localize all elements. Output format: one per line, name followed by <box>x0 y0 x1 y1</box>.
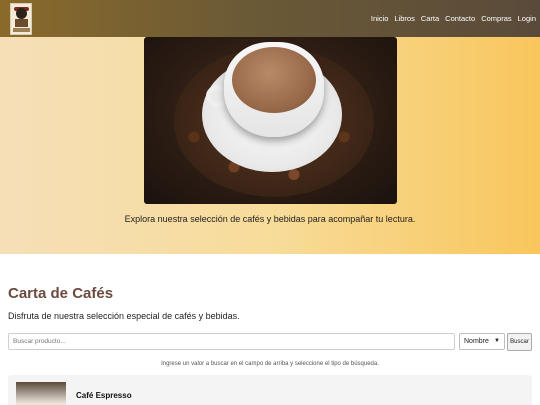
hero-caption: Explora nuestra selección de cafés y beb… <box>124 214 416 224</box>
logo-text-mark <box>13 27 30 32</box>
product-thumbnail <box>16 382 66 405</box>
coffee-surface-graphic <box>232 47 316 113</box>
search-type-select[interactable]: Nombre ▼ <box>459 333 505 350</box>
product-name: Café Espresso <box>76 391 132 400</box>
hero-coffee-image <box>144 37 397 204</box>
nav-link-carta[interactable]: Carta <box>421 14 439 23</box>
search-type-value: Nombre <box>464 338 489 345</box>
site-logo[interactable] <box>10 2 32 35</box>
search-hint: Ingrese un valor a buscar en el campo de… <box>161 361 379 367</box>
nav-link-contacto[interactable]: Contacto <box>445 14 475 23</box>
search-input[interactable] <box>8 333 455 350</box>
hero-section: Explora nuestra selección de cafés y beb… <box>0 37 540 254</box>
product-card[interactable]: Café Espresso <box>8 375 532 405</box>
logo-face <box>16 7 27 19</box>
nav-links: Inicio Libros Carta Contacto Compras Log… <box>371 14 536 23</box>
chevron-down-icon: ▼ <box>494 338 500 344</box>
nav-link-compras[interactable]: Compras <box>481 14 511 23</box>
search-bar: Nombre ▼ Buscar <box>8 333 532 351</box>
nav-link-libros[interactable]: Libros <box>394 14 414 23</box>
top-navbar: Inicio Libros Carta Contacto Compras Log… <box>0 0 540 37</box>
nav-link-inicio[interactable]: Inicio <box>371 14 389 23</box>
nav-link-login[interactable]: Login <box>518 14 536 23</box>
search-button[interactable]: Buscar <box>507 333 532 351</box>
page-title: Carta de Cafés <box>8 285 114 302</box>
page-subtitle: Disfruta de nuestra selección especial d… <box>8 311 240 321</box>
logo-body <box>15 18 28 27</box>
